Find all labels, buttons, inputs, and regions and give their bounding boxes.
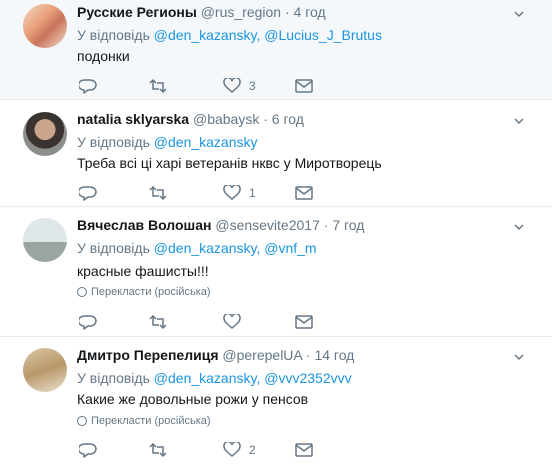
mention-link[interactable]: @den_kazansky, — [154, 240, 261, 256]
tweet-actions: 1 — [77, 184, 337, 202]
message-button[interactable] — [295, 441, 313, 459]
tweet[interactable]: Дмитро Перепелиця @perepelUA · 14 год У … — [0, 337, 552, 467]
heart-icon — [223, 442, 241, 457]
reply-prefix: У відповідь — [77, 27, 150, 43]
envelope-icon — [295, 79, 313, 93]
user-handle[interactable]: @perepelUA — [222, 347, 302, 363]
reply-context: У відповідь @den_kazansky, @Lucius_J_Bru… — [77, 27, 382, 43]
tweet-text: Какие же довольные рожи у пенсов — [77, 391, 309, 407]
tweet-text: красные фашисты!!! — [77, 263, 209, 279]
tweet-actions: 3 — [77, 77, 337, 95]
like-button[interactable]: 1 — [223, 184, 256, 202]
reply-button[interactable] — [79, 184, 105, 202]
mention-link[interactable]: @vnf_m — [264, 240, 316, 256]
timestamp-separator: · — [263, 111, 268, 127]
reply-prefix: У відповідь — [77, 240, 150, 256]
message-button[interactable] — [295, 77, 313, 95]
chevron-down-icon[interactable] — [514, 352, 524, 362]
retweet-icon — [149, 442, 167, 458]
tweet-header: Вячеслав Волошан @sensevite2017 · 7 год — [77, 217, 364, 233]
like-count: 3 — [249, 79, 256, 93]
user-handle[interactable]: @rus_region — [201, 4, 281, 20]
user-name[interactable]: Русские Регионы — [77, 4, 197, 20]
message-button[interactable] — [295, 184, 313, 202]
reply-context: У відповідь @den_kazansky, @vvv2352vvv — [77, 370, 352, 386]
like-button[interactable] — [223, 313, 249, 331]
tweet[interactable]: natalia sklyarska @babaysk · 6 год У від… — [0, 100, 552, 207]
timestamp[interactable]: 4 год — [294, 4, 326, 20]
timestamp[interactable]: 7 год — [332, 217, 364, 233]
mention-link[interactable]: @den_kazansky, — [154, 370, 261, 386]
timestamp[interactable]: 14 год — [314, 347, 354, 363]
translate-label: Перекласти (російська) — [91, 286, 211, 298]
like-button[interactable]: 2 — [223, 441, 256, 459]
like-button[interactable]: 3 — [223, 77, 256, 95]
timestamp-separator: · — [323, 217, 329, 233]
mention-link[interactable]: @vvv2352vvv — [264, 370, 351, 386]
tweet[interactable]: Русские Регионы @rus_region · 4 год У ві… — [0, 0, 552, 100]
reply-button[interactable] — [79, 441, 105, 459]
timestamp[interactable]: 6 год — [272, 111, 304, 127]
globe-icon — [77, 287, 87, 297]
retweet-icon — [149, 314, 167, 330]
chevron-down-icon[interactable] — [514, 222, 524, 232]
avatar[interactable] — [23, 218, 67, 262]
translate-link[interactable]: Перекласти (російська) — [77, 286, 211, 298]
tweet-actions: 2 — [77, 441, 337, 459]
mention-link[interactable]: @den_kazansky, — [154, 27, 261, 43]
reply-button[interactable] — [79, 77, 105, 95]
reply-icon — [79, 315, 97, 330]
retweet-icon — [149, 78, 167, 94]
retweet-button[interactable] — [149, 441, 175, 459]
user-name[interactable]: Дмитро Перепелиця — [77, 347, 219, 363]
tweet-text: Треба всі ці харі ветеранів нквс у Мирот… — [77, 155, 382, 171]
user-name[interactable]: Вячеслав Волошан — [77, 217, 211, 233]
retweet-button[interactable] — [149, 313, 175, 331]
tweet-text: подонки — [77, 48, 130, 64]
retweet-icon — [149, 185, 167, 201]
timestamp-separator: · — [305, 347, 311, 363]
mention-link[interactable]: @den_kazansky — [154, 134, 258, 150]
user-name[interactable]: natalia sklyarska — [77, 111, 189, 127]
reply-prefix: У відповідь — [77, 134, 150, 150]
reply-prefix: У відповідь — [77, 370, 150, 386]
reply-icon — [79, 186, 97, 201]
message-button[interactable] — [295, 313, 313, 331]
mention-link[interactable]: @Lucius_J_Brutus — [264, 27, 382, 43]
like-count: 1 — [249, 186, 256, 200]
reply-icon — [79, 443, 97, 458]
retweet-button[interactable] — [149, 77, 175, 95]
globe-icon — [77, 416, 87, 426]
envelope-icon — [295, 186, 313, 200]
heart-icon — [223, 185, 241, 200]
tweet-header: Русские Регионы @rus_region · 4 год — [77, 4, 326, 20]
reply-context: У відповідь @den_kazansky — [77, 134, 258, 150]
avatar[interactable] — [23, 112, 67, 156]
like-count: 2 — [249, 443, 256, 457]
user-handle[interactable]: @babaysk — [193, 111, 259, 127]
tweet-header: natalia sklyarska @babaysk · 6 год — [77, 111, 304, 127]
tweet-actions — [77, 313, 337, 331]
tweet-header: Дмитро Перепелиця @perepelUA · 14 год — [77, 347, 354, 363]
reply-context: У відповідь @den_kazansky, @vnf_m — [77, 240, 317, 256]
timestamp-separator: · — [284, 4, 290, 20]
heart-icon — [223, 78, 241, 93]
avatar[interactable] — [23, 4, 67, 48]
heart-icon — [223, 314, 241, 329]
chevron-down-icon[interactable] — [514, 9, 524, 19]
envelope-icon — [295, 443, 313, 457]
user-handle[interactable]: @sensevite2017 — [215, 217, 320, 233]
reply-button[interactable] — [79, 313, 105, 331]
envelope-icon — [295, 315, 313, 329]
chevron-down-icon[interactable] — [514, 116, 524, 126]
tweet[interactable]: Вячеслав Волошан @sensevite2017 · 7 год … — [0, 207, 552, 337]
translate-label: Перекласти (російська) — [91, 415, 211, 427]
translate-link[interactable]: Перекласти (російська) — [77, 415, 211, 427]
retweet-button[interactable] — [149, 184, 175, 202]
avatar[interactable] — [23, 348, 67, 392]
reply-icon — [79, 79, 97, 94]
